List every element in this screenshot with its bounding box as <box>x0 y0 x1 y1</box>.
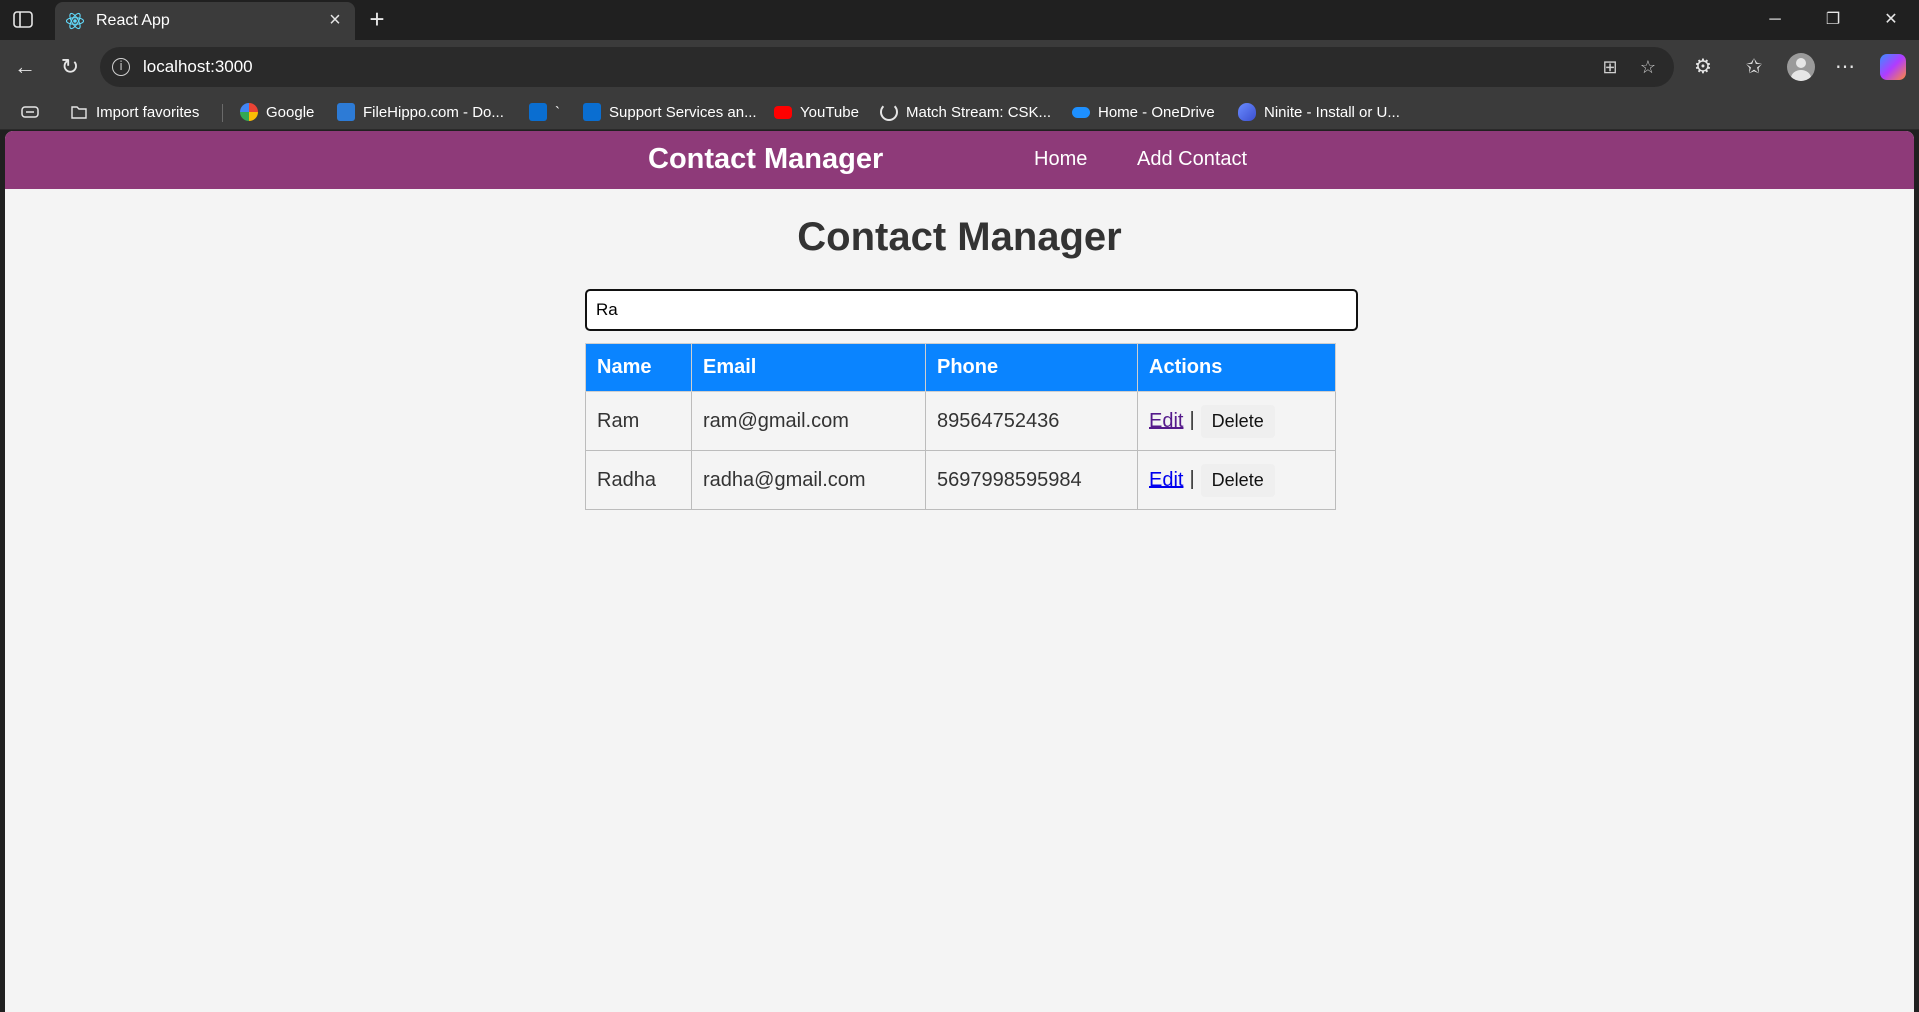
address-bar[interactable]: i localhost:3000 ⊞ ☆ <box>100 47 1674 87</box>
bookmark-filehippo[interactable]: FileHippo.com - Do... <box>337 102 504 122</box>
app-available-icon[interactable]: ⊞ <box>1599 56 1621 78</box>
loading-icon <box>880 103 898 121</box>
app-navbar: Contact Manager Home Add Contact <box>5 131 1914 189</box>
copilot-icon[interactable] <box>1880 54 1906 80</box>
contacts-table: Name Email Phone Actions Ram ram@gmail.c… <box>585 343 1336 510</box>
page-title: Contact Manager <box>797 215 1122 259</box>
bookmarks-divider <box>222 104 223 122</box>
dell-icon <box>583 103 601 121</box>
cell-phone: 5697998595984 <box>925 450 1138 510</box>
bookmark-support-services[interactable]: Support Services an... <box>583 102 757 122</box>
header-phone: Phone <box>925 343 1138 392</box>
app-brand[interactable]: Contact Manager <box>648 143 883 176</box>
minimize-icon[interactable]: ─ <box>1755 8 1795 32</box>
ninite-icon <box>1238 103 1256 121</box>
favorite-star-icon[interactable]: ☆ <box>1637 56 1659 78</box>
action-separator: | <box>1189 409 1195 432</box>
cell-actions: Edit | Delete <box>1137 391 1336 451</box>
browser-tab-bar: React App × + ─ ❐ ✕ <box>0 0 1919 40</box>
nav-add-contact-link[interactable]: Add Contact <box>1137 148 1247 171</box>
favorites-icon[interactable]: ✩ <box>1741 54 1767 80</box>
delete-button[interactable]: Delete <box>1200 404 1275 438</box>
bookmark-dell[interactable]: ` <box>529 102 560 122</box>
bookmark-label: Import favorites <box>96 103 200 121</box>
reading-list-icon[interactable] <box>20 102 40 122</box>
cell-phone: 89564752436 <box>925 391 1138 451</box>
bookmark-label: YouTube <box>800 103 859 121</box>
bookmark-label: Support Services an... <box>609 103 757 121</box>
bookmark-ninite[interactable]: Ninite - Install or U... <box>1238 102 1400 122</box>
bookmark-label: Match Stream: CSK... <box>906 103 1052 121</box>
reload-icon[interactable]: ↻ <box>57 54 83 80</box>
search-input[interactable] <box>585 289 1358 331</box>
bookmark-import-favorites[interactable]: Import favorites <box>70 102 199 122</box>
dell-icon <box>529 103 547 121</box>
table-header-row: Name Email Phone Actions <box>585 343 1336 392</box>
browser-toolbar: ← ↻ i localhost:3000 ⊞ ☆ ⚙ ✩ ⋯ <box>0 40 1919 94</box>
window-close-icon[interactable]: ✕ <box>1871 8 1911 32</box>
bookmark-label: ` <box>555 103 560 121</box>
cell-actions: Edit | Delete <box>1137 450 1336 510</box>
bookmarks-bar: Import favorites Google FileHippo.com - … <box>0 94 1919 130</box>
onedrive-icon <box>1072 106 1090 118</box>
restore-icon[interactable]: ❐ <box>1813 8 1853 32</box>
cell-email: radha@gmail.com <box>691 450 926 510</box>
header-email: Email <box>691 343 926 392</box>
cell-email: ram@gmail.com <box>691 391 926 451</box>
close-tab-icon[interactable]: × <box>325 10 345 30</box>
browser-tab-active[interactable]: React App × <box>55 2 355 40</box>
back-icon[interactable]: ← <box>12 54 38 80</box>
header-actions: Actions <box>1137 343 1336 392</box>
cell-name: Radha <box>585 450 692 510</box>
new-tab-icon[interactable]: + <box>365 6 389 32</box>
filehippo-icon <box>337 103 355 121</box>
site-info-icon[interactable]: i <box>112 58 130 76</box>
address-url[interactable]: localhost:3000 <box>143 57 253 77</box>
header-name: Name <box>585 343 692 392</box>
tab-title: React App <box>96 12 170 29</box>
google-icon <box>240 103 258 121</box>
bookmark-match-stream[interactable]: Match Stream: CSK... <box>880 102 1051 122</box>
delete-button[interactable]: Delete <box>1200 463 1275 497</box>
profile-avatar[interactable] <box>1787 53 1815 81</box>
more-menu-icon[interactable]: ⋯ <box>1832 54 1858 80</box>
react-icon <box>65 11 85 31</box>
table-row: Radha radha@gmail.com 5697998595984 Edit… <box>585 450 1336 510</box>
table-row: Ram ram@gmail.com 89564752436 Edit | Delet… <box>585 391 1336 451</box>
bookmark-google[interactable]: Google <box>240 102 314 122</box>
nav-home-link[interactable]: Home <box>1034 148 1087 171</box>
bookmark-label: Ninite - Install or U... <box>1264 103 1400 121</box>
cell-name: Ram <box>585 391 692 451</box>
edit-link[interactable]: Edit <box>1149 409 1183 431</box>
folder-icon <box>70 103 88 121</box>
edit-link[interactable]: Edit <box>1149 468 1183 490</box>
sidebar-toggle-icon[interactable] <box>12 10 36 30</box>
bookmark-label: Google <box>266 103 315 121</box>
bookmark-label: FileHippo.com - Do... <box>363 103 504 121</box>
youtube-icon <box>774 105 792 119</box>
page-viewport: Contact Manager Home Add Contact Contact… <box>5 131 1914 1012</box>
bookmark-onedrive[interactable]: Home - OneDrive <box>1072 102 1215 122</box>
bookmark-youtube[interactable]: YouTube <box>774 102 859 122</box>
extensions-icon[interactable]: ⚙ <box>1690 54 1716 80</box>
action-separator: | <box>1189 468 1195 491</box>
bookmark-label: Home - OneDrive <box>1098 103 1215 121</box>
